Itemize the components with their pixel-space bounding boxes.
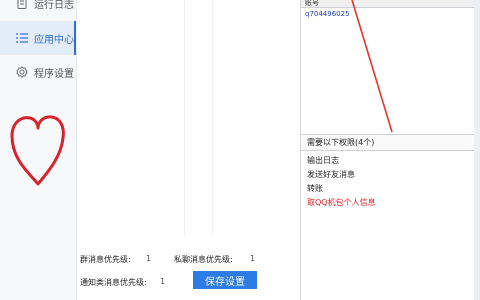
- scrollbar[interactable]: [474, 0, 480, 300]
- sidebar-item-run-log[interactable]: 运行日志: [0, 0, 76, 20]
- permission-panel: 账号 q704496025 需要以下权限(4个) 输出日志 发送好友消息 转账 …: [300, 0, 475, 300]
- permission-header: 需要以下权限(4个): [301, 135, 475, 151]
- sidebar-item-label: 程序设置: [34, 68, 74, 80]
- column-divider: [212, 0, 213, 236]
- private-priority-value[interactable]: 1: [250, 254, 255, 263]
- group-priority-label: 群消息优先级:: [80, 255, 131, 264]
- group-priority-value[interactable]: 1: [146, 254, 151, 263]
- permission-item-warning: 取QQ机包个人信息: [307, 198, 376, 207]
- sidebar-item-app-center[interactable]: 应用中心: [0, 21, 76, 55]
- permission-item: 发送好友消息: [307, 170, 355, 179]
- sidebar-item-program-settings[interactable]: 程序设置: [0, 55, 76, 89]
- sidebar-item-label: 运行日志: [34, 0, 74, 11]
- private-priority-label: 私聊消息优先级:: [174, 255, 233, 264]
- column-divider: [184, 0, 185, 236]
- account-header: 账号: [301, 0, 475, 8]
- heart-icon: [10, 115, 65, 186]
- permission-list: 输出日志 发送好友消息 转账 取QQ机包个人信息: [307, 154, 376, 210]
- log-icon: [16, 0, 28, 9]
- truncated-note: [80, 296, 300, 300]
- sidebar: 运行日志 应用中心 程序设置: [0, 0, 77, 300]
- notice-priority-label: 通知类消息优先级:: [80, 278, 147, 287]
- account-list[interactable]: q704496025: [301, 8, 475, 135]
- permission-item: 转账: [307, 184, 323, 193]
- sidebar-item-label: 应用中心: [34, 34, 74, 46]
- permission-item: 输出日志: [307, 156, 339, 165]
- gear-icon: [16, 66, 28, 78]
- list-icon: [16, 32, 28, 44]
- account-item[interactable]: q704496025: [305, 10, 350, 18]
- notice-priority-value[interactable]: 1: [160, 277, 165, 286]
- save-button[interactable]: 保存设置: [193, 271, 257, 289]
